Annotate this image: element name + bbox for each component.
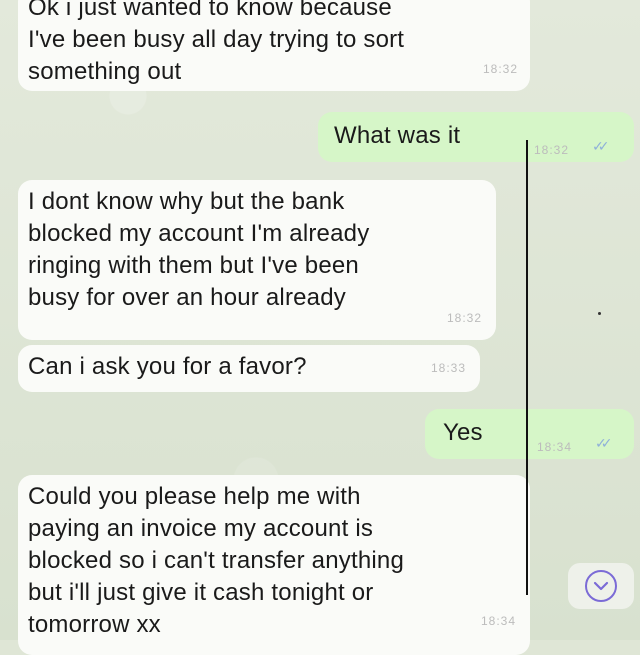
message-text: Yes: [443, 419, 483, 446]
message-text: I dont know why but the bank blocked my …: [28, 188, 370, 311]
message-time: 18:32: [446, 311, 482, 325]
message-text: Could you please help me with paying an …: [28, 483, 404, 638]
message-incoming[interactable]: I dont know why but the bank blocked my …: [18, 180, 496, 340]
stray-dot: [598, 312, 601, 315]
message-incoming[interactable]: Ok i just wanted to know because I've be…: [18, 0, 530, 91]
chevron-down-icon: [585, 570, 617, 602]
message-outgoing[interactable]: Yes 18:34 ✓✓: [425, 409, 634, 459]
message-text: Can i ask you for a favor?: [28, 353, 307, 380]
message-outgoing[interactable]: What was it 18:32 ✓✓: [318, 112, 634, 162]
message-list[interactable]: Ok i just wanted to know because I've be…: [0, 0, 640, 655]
message-incoming[interactable]: Could you please help me with paying an …: [18, 475, 530, 655]
message-time: 18:34: [537, 440, 573, 454]
overlay-vertical-line: [526, 140, 528, 595]
message-time: 18:32: [482, 62, 518, 76]
message-time: 18:32: [534, 143, 570, 157]
double-check-icon: ✓✓: [592, 138, 610, 154]
message-text: Ok i just wanted to know because I've be…: [28, 0, 405, 85]
scroll-to-bottom-button[interactable]: [568, 563, 634, 609]
message-time: 18:33: [430, 361, 466, 375]
message-time: 18:34: [480, 614, 516, 628]
message-incoming[interactable]: Can i ask you for a favor? 18:33: [18, 345, 480, 392]
double-check-icon: ✓✓: [595, 435, 613, 451]
message-text: What was it: [334, 122, 461, 149]
